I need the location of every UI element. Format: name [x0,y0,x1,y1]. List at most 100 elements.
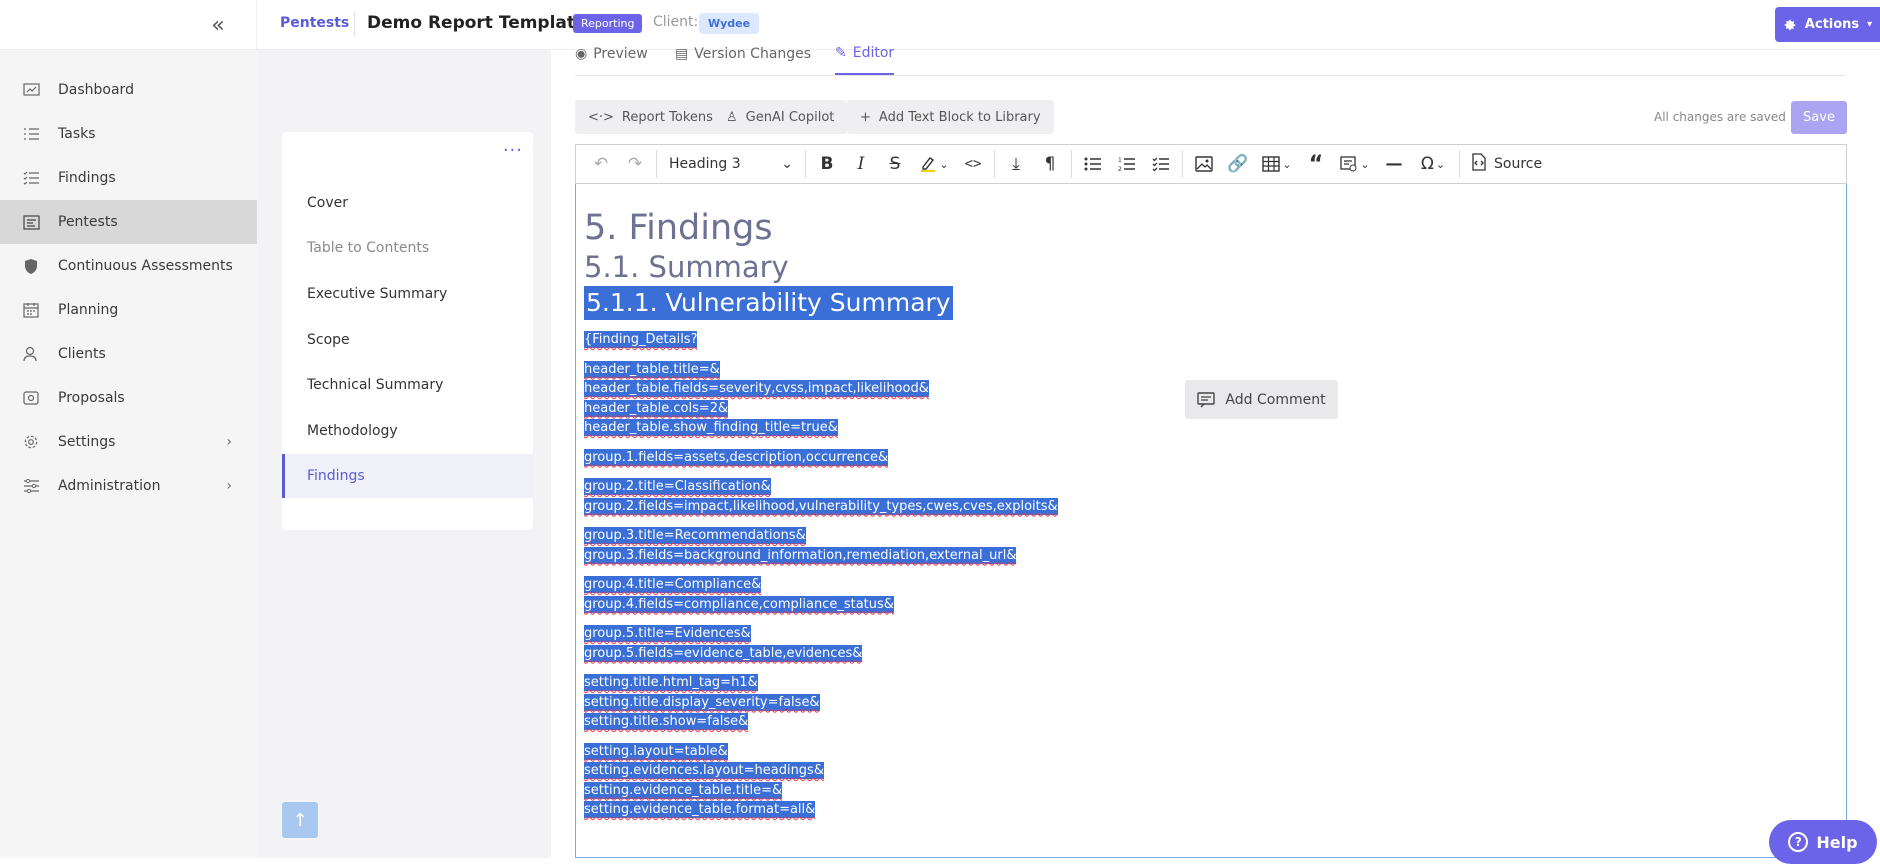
token-paragraph: group.5.title=Evidences& group.5.fields=e… [584,624,1484,663]
add-comment-button[interactable]: Add Comment [1185,380,1338,419]
collapse-sidebar-icon[interactable]: « [205,12,231,38]
token-text: group.3.fields=background_information,re… [584,546,1017,564]
document-icon: ▤ [675,45,689,62]
button-label: Report Tokens [621,109,713,125]
chevron-down-icon: ⌄ [1360,157,1370,171]
token-text: group.2.fields=impact,likelihood,vulnera… [584,497,1058,515]
horizontal-line-icon[interactable]: — [1377,147,1411,181]
plus-icon: + [860,109,871,125]
highlight-icon[interactable]: ⌄ [912,147,956,181]
copilot-icon: ♙ [726,109,738,125]
shield-icon [22,257,40,275]
add-text-block-button[interactable]: + Add Text Block to Library [847,100,1054,134]
token-line: setting.title.display_severity=false& [584,693,1484,713]
chevron-right-icon: › [226,434,232,450]
sidebar-item-label: Findings [58,170,116,186]
outline-item-table-of-contents[interactable]: Table to Contents [282,226,533,270]
divider [1459,150,1460,178]
link-icon[interactable]: 🔗 [1221,147,1255,181]
page-break-icon[interactable]: ⤓ [999,147,1033,181]
report-outline: ··· Cover Table to Contents Executive Su… [282,132,533,530]
divider [656,150,657,178]
sidebar-item-planning[interactable]: Planning [0,288,257,332]
tab-label: Version Changes [694,45,812,62]
todo-list-icon[interactable] [1144,147,1178,181]
undo-icon[interactable]: ↶ [584,147,618,181]
comment-icon [1197,391,1216,407]
more-options-icon[interactable]: ··· [503,140,523,161]
outline-item-executive-summary[interactable]: Executive Summary [282,272,533,316]
token-text: group.4.fields=compliance,compliance_sta… [584,595,894,613]
tab-version-changes[interactable]: ▤ Version Changes [675,44,811,75]
source-label: Source [1494,156,1543,172]
document-content: 5. Findings 5.1. Summary 5.1.1. Vulnerab… [584,208,1484,820]
token-line: group.5.fields=evidence_table,evidences& [584,644,1484,664]
sidebar-item-label: Pentests [58,214,118,230]
source-button[interactable]: Source [1464,153,1548,175]
blockquote-icon[interactable]: “ [1299,147,1333,181]
token-text: setting.layout=table& [584,742,728,760]
numbered-list-icon[interactable]: 12 [1110,147,1144,181]
strikethrough-icon[interactable]: S [878,147,912,181]
heading-3: 5.1. Summary [584,250,789,284]
sidebar-item-dashboard[interactable]: Dashboard [0,68,257,112]
sidebar-item-clients[interactable]: Clients [0,332,257,376]
token-text: group.3.title=Recommendations& [584,527,806,544]
sidebar-item-findings[interactable]: Findings [0,156,257,200]
italic-icon[interactable]: I [844,147,878,181]
editor-body[interactable]: 5. Findings 5.1. Summary 5.1.1. Vulnerab… [575,184,1847,858]
outline-item-findings[interactable]: Findings [282,454,533,498]
sidebar-item-label: Tasks [58,126,96,142]
heading-2: 5. Findings [584,208,773,248]
question-icon: ? [1788,832,1809,852]
report-tokens-button[interactable]: <·> Report Tokens [575,100,726,134]
actions-label: Actions [1804,17,1860,32]
outline-item-technical-summary[interactable]: Technical Summary [282,363,533,407]
help-button[interactable]: ? Help [1769,820,1877,864]
insert-image-icon[interactable] [1187,147,1221,181]
sidebar-item-continuous-assessments[interactable]: Continuous Assessments [0,244,257,288]
token-line: header_table.cols=2& [584,399,1484,419]
breadcrumb[interactable]: Pentests [280,15,349,31]
tokens-icon: <·> [588,109,614,125]
token-line: group.3.fields=background_information,re… [584,546,1484,566]
proposals-icon [22,389,40,407]
token-line: group.2.title=Classification& [584,477,1484,497]
outline-item-cover[interactable]: Cover [282,181,533,225]
sliders-icon [22,477,40,495]
bulleted-list-icon[interactable] [1076,147,1110,181]
sidebar-item-administration[interactable]: Administration › [0,464,257,508]
save-button[interactable]: Save [1791,101,1847,134]
clients-icon [22,345,40,363]
special-characters-icon[interactable]: Ω ⌄ [1411,147,1455,181]
outline-item-scope[interactable]: Scope [282,318,533,362]
insert-snippet-icon[interactable]: ⌄ [1333,147,1377,181]
status-badge: Reporting [573,14,643,33]
sidebar-item-proposals[interactable]: Proposals [0,376,257,420]
token-line: setting.layout=table& [584,742,1484,762]
chevron-down-icon: ⌄ [1282,157,1292,171]
client-tag[interactable]: Wydee [699,13,760,34]
insert-table-icon[interactable]: ⌄ [1255,147,1299,181]
outline-item-methodology[interactable]: Methodology [282,409,533,453]
tab-editor[interactable]: ✎ Editor [835,44,895,75]
sidebar-item-settings[interactable]: Settings › [0,420,257,464]
sidebar-item-pentests[interactable]: Pentests [0,200,257,244]
redo-icon[interactable]: ↷ [618,147,652,181]
tab-preview[interactable]: ◉ Preview [575,44,648,75]
source-icon [1470,153,1488,175]
heading-select[interactable]: Heading 3 ⌄ [661,147,801,181]
token-text: setting.evidence_table.title=& [584,781,783,799]
actions-button[interactable]: Actions ▾ [1775,7,1880,42]
code-icon[interactable]: <> [956,147,990,181]
scroll-to-top-button[interactable]: ↑ [282,802,318,838]
token-text: group.4.title=Compliance& [584,576,762,593]
token-text: group.2.title=Classification& [584,478,771,495]
genai-copilot-button[interactable]: ♙ GenAI Copilot [713,100,848,134]
eye-icon: ◉ [575,45,588,62]
dashboard-icon [22,81,40,99]
paragraph-mark-icon[interactable]: ¶ [1033,147,1067,181]
bold-icon[interactable]: B [810,147,844,181]
sidebar-item-tasks[interactable]: Tasks [0,112,257,156]
tab-label: Preview [593,45,648,62]
